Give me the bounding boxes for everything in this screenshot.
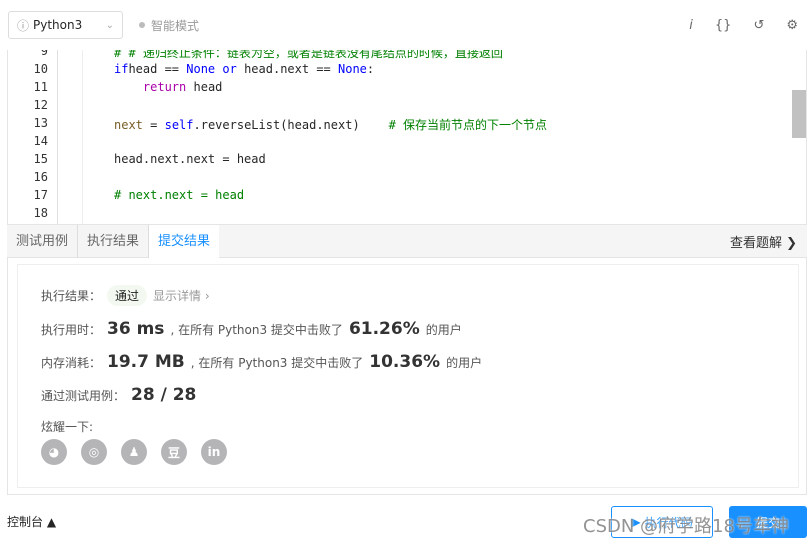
tab-run-result[interactable]: 执行结果 (78, 224, 150, 258)
code-token: = (142, 118, 165, 132)
chevron-right-icon: ❯ (786, 235, 797, 251)
memory-percent: 10.36% (369, 352, 441, 372)
code-editor[interactable]: 9 # # 递归终止条件：链表为空，或者是链表没有尾结点的时候，直接返回 10 ifh… (7, 50, 807, 225)
code-line: next = self.reverseList(head.next) # 保存当… (114, 116, 547, 133)
code-token: next (114, 118, 143, 132)
memory-desc: , 在所有 Python3 提交中击败了 (190, 356, 364, 370)
code-token: : (366, 62, 375, 76)
mode-label: 智能模式 (151, 18, 200, 33)
qq-icon[interactable]: ♟ (121, 439, 147, 465)
code-token: head == (128, 62, 187, 76)
view-solution-link[interactable]: 查看题解 ❯ (730, 232, 807, 251)
code-token: head.next == (236, 62, 338, 76)
share-label: 炫耀一下: (41, 420, 94, 434)
memory-label: 内存消耗： (41, 356, 102, 370)
line-number: 12 (33, 98, 48, 112)
code-token: .reverseList(head.next) (193, 118, 389, 132)
line-number: 10 (33, 62, 48, 76)
line-number: 13 (33, 116, 48, 130)
watermark: CSDN @府学路18号车神 (583, 516, 789, 537)
line-number: 16 (33, 170, 48, 184)
code-line: ifhead == None or head.next == None: (114, 62, 374, 76)
code-token: None (186, 62, 216, 76)
tab-test-cases[interactable]: 测试用例 (7, 224, 79, 258)
code-token: self (164, 118, 194, 132)
result-panel: 执行结果： 通过 显示详情 › 执行用时： 36 ms , 在所有 Python3 提交… (7, 258, 807, 495)
line-number: 18 (33, 206, 48, 220)
memory-value: 19.7 MB (107, 352, 185, 372)
status-label: 执行结果： (41, 289, 102, 303)
cases-value: 28 / 28 (131, 385, 197, 405)
code-token: return (142, 80, 187, 94)
wechat-icon[interactable]: ◕ (41, 439, 67, 465)
line-number: 9 (40, 50, 48, 58)
runtime-value: 36 ms (107, 319, 165, 339)
indent-guide (82, 50, 83, 224)
code-token: head (186, 80, 223, 94)
solution-label: 查看题解 (729, 235, 782, 251)
line-number: 11 (33, 80, 48, 94)
code-line: head.next.next = head (114, 152, 266, 166)
info-circle-icon: ⓘ (17, 18, 30, 33)
runtime-percent: 61.26% (348, 319, 420, 339)
weibo-icon[interactable]: ◎ (81, 439, 107, 465)
cases-label: 通过测试用例： (41, 389, 126, 403)
code-token: head.next.next = head (114, 152, 266, 166)
editor-scrollbar[interactable] (792, 90, 806, 138)
code-token: if (114, 62, 129, 76)
memory-users: 的用户 (446, 356, 483, 370)
code-token: or (215, 62, 237, 76)
line-number: 14 (33, 134, 48, 148)
runtime-desc: , 在所有 Python3 提交中击败了 (170, 323, 343, 337)
douban-icon[interactable]: 豆 (161, 439, 187, 465)
code-line: return head (114, 80, 222, 94)
status-badge: 通过 (107, 285, 148, 306)
toolbar: ⓘ Python3 ⌄ 智能模式 i {} ↺ ⚙ (0, 0, 812, 50)
tab-submit-result[interactable]: 提交结果 (149, 224, 220, 258)
line-number: 17 (33, 188, 48, 202)
result-tabs: 测试用例 执行结果 提交结果 查看题解 ❯ (7, 224, 807, 258)
settings-icon[interactable]: ⚙ (786, 18, 798, 33)
runtime-users: 的用户 (425, 323, 462, 337)
chevron-down-icon: ⌄ (105, 19, 114, 31)
runtime-label: 执行用时： (41, 323, 102, 337)
dot-icon (139, 22, 145, 28)
linkedin-icon[interactable]: in (201, 439, 227, 465)
language-label: Python3 (33, 18, 83, 32)
code-line: # next.next = head (114, 188, 244, 202)
show-details-link[interactable]: 显示详情 › (153, 287, 210, 304)
code-token: None (338, 62, 367, 76)
language-select[interactable]: ⓘ Python3 ⌄ (8, 11, 123, 39)
console-toggle[interactable]: 控制台 ▲ (7, 513, 56, 530)
reset-icon[interactable]: ↺ (753, 18, 764, 33)
code-token: # # 递归终止条件：链表为空，或者是链表没有尾结点的时候，直接返回 (114, 50, 503, 60)
braces-icon[interactable]: {} (715, 18, 732, 33)
line-number: 15 (33, 152, 48, 166)
smart-mode-toggle[interactable]: 智能模式 (139, 17, 199, 34)
code-token: # 保存当前节点的下一个节点 (388, 118, 548, 132)
code-line: # # 递归终止条件：链表为空，或者是链表没有尾结点的时候，直接返回 (114, 50, 503, 61)
code-token: # next.next = head (114, 188, 245, 202)
share-buttons: ◕ ◎ ♟ 豆 in (41, 439, 798, 465)
info-icon[interactable]: i (689, 18, 693, 33)
